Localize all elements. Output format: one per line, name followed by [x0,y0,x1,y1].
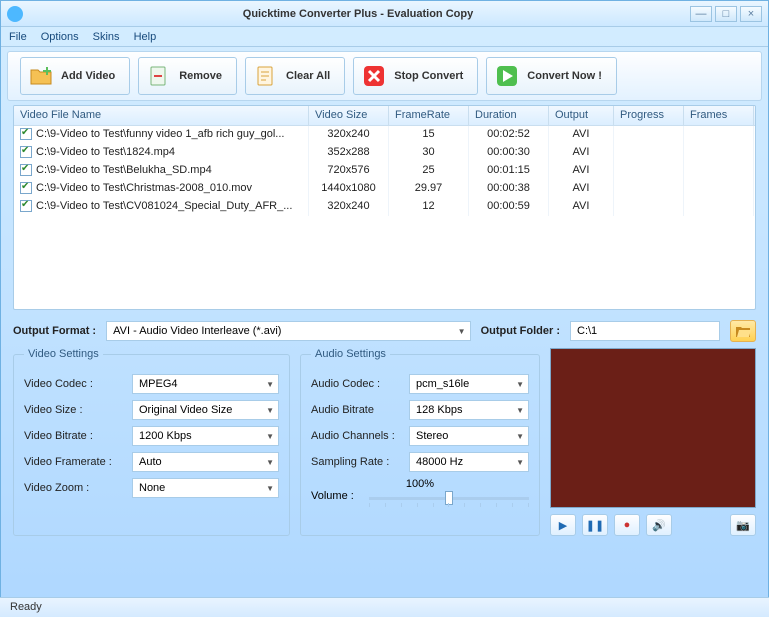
remove-button[interactable]: Remove [138,57,237,95]
volume-percent: 100% [406,478,434,490]
output-format-select[interactable]: AVI - Audio Video Interleave (*.avi) [106,321,470,341]
row-checkbox[interactable] [20,200,32,212]
row-checkbox[interactable] [20,128,32,140]
record-stop-button[interactable]: ● [614,514,640,536]
menu-file[interactable]: File [9,31,27,43]
video-zoom-label: Video Zoom : [24,482,124,494]
sampling-rate-label: Sampling Rate : [311,456,401,468]
sound-button[interactable]: 🔊 [646,514,672,536]
col-fps[interactable]: FrameRate [389,106,469,125]
volume-label: Volume : [311,490,361,502]
table-row[interactable]: C:\9-Video to Test\CV081024_Special_Duty… [14,198,755,216]
stop-convert-label: Stop Convert [394,70,463,82]
menu-options[interactable]: Options [41,31,79,43]
window-title: Quicktime Converter Plus - Evaluation Co… [29,8,687,20]
pause-button[interactable]: ❚❚ [582,514,608,536]
status-text: Ready [10,601,42,613]
app-icon [7,6,23,22]
row-checkbox[interactable] [20,182,32,194]
audio-channels-select[interactable]: Stereo [409,426,529,446]
video-zoom-select[interactable]: None [132,478,279,498]
video-codec-select[interactable]: MPEG4 [132,374,279,394]
add-video-button[interactable]: Add Video [20,57,130,95]
grid-header: Video File Name Video Size FrameRate Dur… [14,106,755,126]
audio-codec-label: Audio Codec : [311,378,401,390]
audio-codec-select[interactable]: pcm_s16le [409,374,529,394]
close-button[interactable]: × [740,6,762,22]
video-bitrate-select[interactable]: 1200 Kbps [132,426,279,446]
col-dur[interactable]: Duration [469,106,549,125]
preview-controls: ▶ ❚❚ ● 🔊 📷 [550,514,756,536]
convert-now-button[interactable]: Convert Now ! [486,57,617,95]
menu-skins[interactable]: Skins [93,31,120,43]
statusbar: Ready [0,597,769,617]
col-prog[interactable]: Progress [614,106,684,125]
convert-now-label: Convert Now ! [527,70,602,82]
video-size-label: Video Size : [24,404,124,416]
col-name[interactable]: Video File Name [14,106,309,125]
folder-plus-icon [29,64,53,88]
table-row[interactable]: C:\9-Video to Test\1824.mp4352x2883000:0… [14,144,755,162]
toolbar: Add Video Remove Clear All Stop Convert … [7,51,762,101]
add-video-label: Add Video [61,70,115,82]
table-row[interactable]: C:\9-Video to Test\Christmas-2008_010.mo… [14,180,755,198]
clear-all-button[interactable]: Clear All [245,57,345,95]
output-format-label: Output Format : [13,325,96,337]
menubar: File Options Skins Help [1,27,768,47]
clear-icon [254,64,278,88]
row-checkbox[interactable] [20,164,32,176]
col-size[interactable]: Video Size [309,106,389,125]
audio-settings-legend: Audio Settings [311,348,390,360]
minimize-button[interactable]: — [690,6,712,22]
snapshot-button[interactable]: 📷 [730,514,756,536]
output-format-row: Output Format : AVI - Audio Video Interl… [13,320,756,342]
preview-pane [550,348,756,508]
remove-label: Remove [179,70,222,82]
stop-convert-button[interactable]: Stop Convert [353,57,478,95]
file-grid: Video File Name Video Size FrameRate Dur… [13,105,756,310]
video-settings-group: Video Settings Video Codec : MPEG4 Video … [13,348,290,536]
remove-icon [147,64,171,88]
stop-icon [362,64,386,88]
maximize-button[interactable]: □ [715,6,737,22]
titlebar: Quicktime Converter Plus - Evaluation Co… [1,1,768,27]
output-folder-label: Output Folder : [481,325,560,337]
preview-column: ▶ ❚❚ ● 🔊 📷 [550,348,756,536]
video-codec-label: Video Codec : [24,378,124,390]
table-row[interactable]: C:\9-Video to Test\funny video 1_afb ric… [14,126,755,144]
table-row[interactable]: C:\9-Video to Test\Belukha_SD.mp4720x576… [14,162,755,180]
row-checkbox[interactable] [20,146,32,158]
video-framerate-label: Video Framerate : [24,456,124,468]
video-size-select[interactable]: Original Video Size [132,400,279,420]
sampling-rate-select[interactable]: 48000 Hz [409,452,529,472]
col-frames[interactable]: Frames [684,106,754,125]
convert-icon [495,64,519,88]
play-button[interactable]: ▶ [550,514,576,536]
volume-control: 100% Volume : [311,478,529,502]
folder-open-icon [735,324,751,338]
menu-help[interactable]: Help [134,31,157,43]
video-settings-legend: Video Settings [24,348,103,360]
audio-bitrate-label: Audio Bitrate [311,404,401,416]
audio-bitrate-select[interactable]: 128 Kbps [409,400,529,420]
settings-row: Video Settings Video Codec : MPEG4 Video … [13,348,756,536]
col-out[interactable]: Output [549,106,614,125]
volume-slider[interactable] [369,497,529,500]
output-folder-input[interactable]: C:\1 [570,321,720,341]
video-bitrate-label: Video Bitrate : [24,430,124,442]
video-framerate-select[interactable]: Auto [132,452,279,472]
audio-settings-group: Audio Settings Audio Codec : pcm_s16le Au… [300,348,540,536]
clear-all-label: Clear All [286,70,330,82]
browse-folder-button[interactable] [730,320,756,342]
audio-channels-label: Audio Channels : [311,430,401,442]
